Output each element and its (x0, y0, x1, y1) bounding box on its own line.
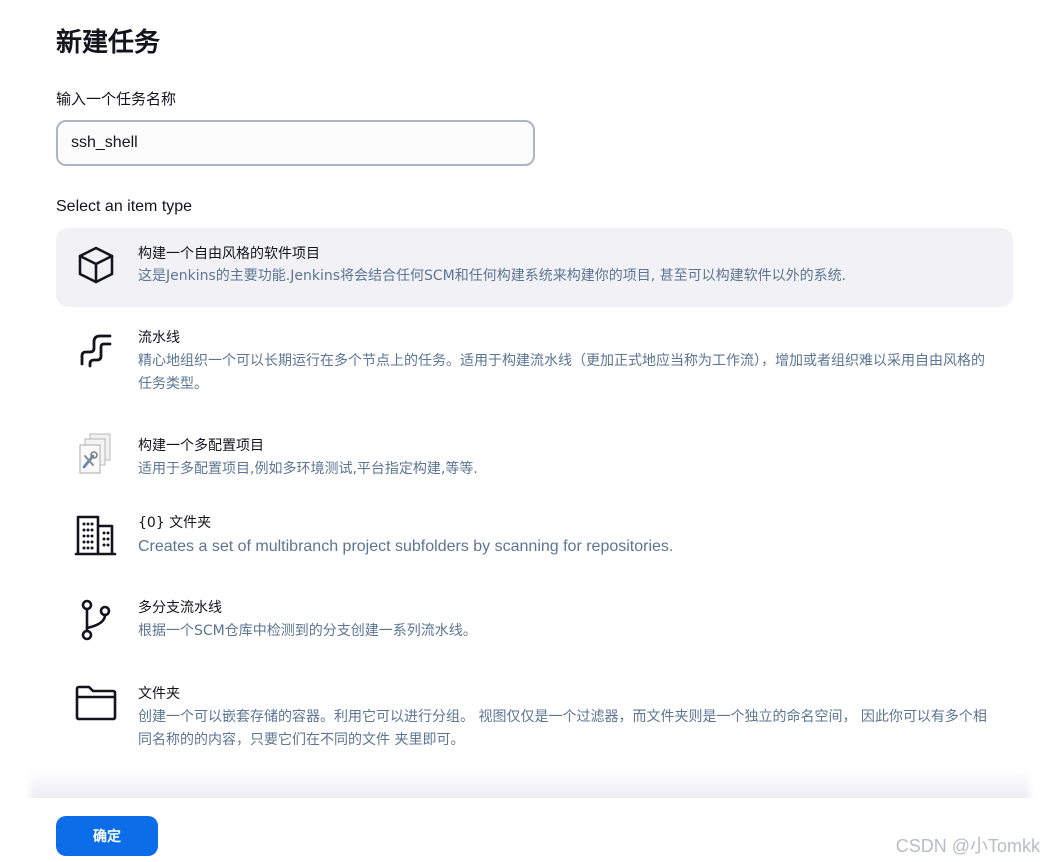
item-title: 构建一个多配置项目 (138, 438, 264, 454)
multi-config-icon (74, 432, 118, 476)
item-description: 创建一个可以嵌套存储的容器。利用它可以进行分组。 视图仅仅是一个过滤器，而文件夹… (138, 709, 987, 748)
item-type-multibranch-pipeline[interactable]: 多分支流水线 根据一个SCM仓库中检测到的分支创建一系列流水线。 (56, 590, 1013, 652)
cube-icon (74, 243, 118, 287)
ok-button[interactable]: 确定 (56, 816, 158, 856)
item-type-freestyle[interactable]: 构建一个自由风格的软件项目 这是Jenkins的主要功能.Jenkins将会结合… (56, 228, 1013, 307)
pipeline-icon (74, 328, 118, 372)
item-title: 多分支流水线 (138, 600, 222, 616)
item-name-label: 输入一个任务名称 (56, 90, 177, 108)
item-description: 根据一个SCM仓库中检测到的分支创建一系列流水线。 (138, 623, 477, 639)
item-title: {0} 文件夹 (138, 515, 212, 531)
page-title: 新建任务 (56, 28, 161, 58)
organization-folder-icon (74, 513, 118, 557)
item-description: 适用于多配置项目,例如多环境测试,平台指定构建,等等. (138, 461, 478, 477)
item-title: 构建一个自由风格的软件项目 (138, 246, 320, 262)
folder-icon (74, 681, 118, 725)
item-type-label: Select an item type (56, 198, 193, 215)
item-type-pipeline[interactable]: 流水线 精心地组织一个可以长期运行在多个节点上的任务。适用于构建流水线（更加正式… (56, 316, 1013, 402)
item-title: 文件夹 (138, 686, 180, 702)
item-name-input[interactable] (56, 120, 535, 166)
item-title: 流水线 (138, 330, 180, 346)
new-item-page: 新建任务 输入一个任务名称 Select an item type 构建一个自由… (0, 0, 1044, 862)
item-type-multi-config[interactable]: 构建一个多配置项目 适用于多配置项目,例如多环境测试,平台指定构建,等等. (56, 426, 1013, 486)
item-description: 精心地组织一个可以长期运行在多个节点上的任务。适用于构建流水线（更加正式地应当称… (138, 353, 985, 392)
branch-icon (74, 598, 118, 642)
watermark: CSDN @小Tomkk (895, 836, 1040, 856)
item-description: Creates a set of multibranch project sub… (138, 538, 674, 555)
item-type-folder[interactable]: 文件夹 创建一个可以嵌套存储的容器。利用它可以进行分组。 视图仅仅是一个过滤器，… (56, 673, 1013, 759)
item-description: 这是Jenkins的主要功能.Jenkins将会结合任何SCM和任何构建系统来构… (138, 268, 847, 284)
item-type-organization-folder[interactable]: {0} 文件夹 Creates a set of multibranch pro… (56, 505, 1013, 567)
